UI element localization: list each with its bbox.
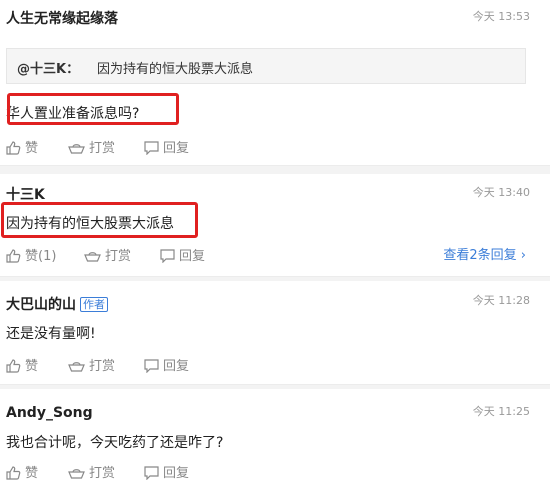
ingot-icon [68, 469, 85, 479]
reply-label: 回复 [163, 466, 190, 481]
separator [0, 384, 550, 389]
tip-label: 打赏 [89, 466, 116, 481]
quoted-reply: @十三K： 因为持有的恒大股票大派息 [6, 48, 526, 84]
comment-3: 大巴山的山 作者 今天 11:28 还是没有量啊! 赞 打赏 回复 [0, 283, 550, 383]
thumbs-up-icon [6, 141, 21, 155]
separator [0, 276, 550, 281]
comment-text: 我也合计呢，今天吃药了还是咋了? [6, 435, 224, 451]
highlight-box [7, 93, 179, 125]
like-button[interactable]: 赞 [6, 355, 38, 374]
like-button[interactable]: 赞 [6, 462, 38, 481]
reply-button[interactable]: 回复 [144, 137, 189, 156]
view-replies-label: 查看2条回复 [443, 248, 517, 263]
comment-author[interactable]: Andy_Song [6, 405, 93, 421]
thumbs-up-icon [6, 249, 21, 263]
comment-author[interactable]: 大巴山的山 作者 [6, 294, 108, 314]
comment-author[interactable]: 人生无常缘起缘落 [6, 8, 118, 28]
thumbs-up-icon [6, 359, 21, 373]
like-label: 赞 [25, 359, 39, 374]
quoted-text: 因为持有的恒大股票大派息 [97, 62, 254, 77]
like-label: 赞 [25, 466, 39, 481]
highlight-box [1, 202, 198, 238]
thumbs-up-icon [6, 466, 21, 480]
like-label: 赞 [25, 141, 39, 156]
comment-time: 今天 13:53 [472, 10, 530, 23]
reply-button[interactable]: 回复 [144, 462, 189, 481]
separator [0, 165, 550, 174]
like-label: 赞(1) [25, 249, 57, 264]
quoted-author[interactable]: @十三K： [17, 58, 79, 77]
comment-text: 还是没有量啊! [6, 326, 96, 342]
reply-label: 回复 [163, 141, 190, 156]
comment-icon [144, 466, 159, 481]
comment-4: Andy_Song 今天 11:25 我也合计呢，今天吃药了还是咋了? 赞 打赏… [0, 392, 550, 481]
reply-button[interactable]: 回复 [144, 355, 189, 374]
reply-label: 回复 [179, 249, 206, 264]
like-button[interactable]: 赞(1) [6, 245, 56, 264]
tip-label: 打赏 [89, 141, 116, 156]
comment-icon [144, 359, 159, 374]
comment-time: 今天 11:25 [472, 405, 530, 418]
comment-icon [144, 141, 159, 156]
like-button[interactable]: 赞 [6, 137, 38, 156]
reply-label: 回复 [163, 359, 190, 374]
ingot-icon [84, 252, 101, 262]
reply-button[interactable]: 回复 [160, 245, 205, 264]
author-badge: 作者 [80, 297, 108, 312]
ingot-icon [68, 362, 85, 372]
tip-label: 打赏 [105, 249, 132, 264]
comment-time: 今天 13:40 [472, 186, 530, 199]
comment-1: 人生无常缘起缘落 今天 13:53 @十三K： 因为持有的恒大股票大派息 华人置… [0, 0, 550, 160]
tip-button[interactable]: 打赏 [68, 137, 115, 156]
comment-time: 今天 11:28 [472, 294, 530, 307]
comment-icon [160, 249, 175, 264]
author-name: 大巴山的山 [6, 297, 76, 313]
ingot-icon [68, 144, 85, 154]
tip-button[interactable]: 打赏 [68, 355, 115, 374]
tip-label: 打赏 [89, 359, 116, 374]
comment-author[interactable]: 十三K [6, 184, 45, 204]
view-replies-link[interactable]: 查看2条回复 › [443, 244, 526, 263]
chevron-right-icon: › [520, 248, 526, 263]
tip-button[interactable]: 打赏 [84, 245, 131, 264]
tip-button[interactable]: 打赏 [68, 462, 115, 481]
